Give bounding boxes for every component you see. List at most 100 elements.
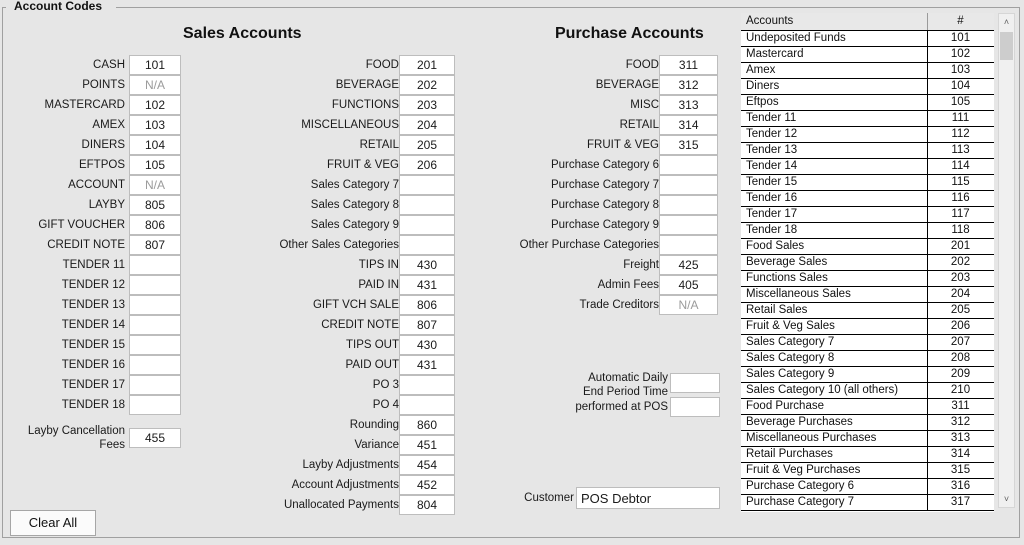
sales-account-input[interactable]: 807: [399, 315, 455, 335]
sales-account-input[interactable]: 454: [399, 455, 455, 475]
tender-account-input[interactable]: [129, 375, 181, 395]
accounts-table-scrollbar[interactable]: ˄ ˅: [998, 13, 1015, 508]
sales-account-input[interactable]: 451: [399, 435, 455, 455]
sales-account-input[interactable]: 804: [399, 495, 455, 515]
layby-cancellation-fees-input[interactable]: 455: [129, 428, 181, 448]
performed-at-pos-label: performed at POS: [575, 401, 668, 413]
purchase-account-input[interactable]: 311: [659, 55, 718, 75]
sales-account-input[interactable]: [399, 395, 455, 415]
table-row[interactable]: Eftpos 105: [741, 94, 994, 111]
table-row[interactable]: Sales Category 9 209: [741, 366, 994, 383]
performed-at-pos-input[interactable]: [670, 397, 720, 417]
table-row[interactable]: Tender 18 118: [741, 222, 994, 239]
table-row[interactable]: Beverage Purchases 312: [741, 414, 994, 431]
table-row[interactable]: Miscellaneous Purchases 313: [741, 430, 994, 447]
table-row[interactable]: Retail Purchases 314: [741, 446, 994, 463]
tender-account-input[interactable]: 103: [129, 115, 181, 135]
purchase-account-input[interactable]: N/A: [659, 295, 718, 315]
table-row[interactable]: Fruit & Veg Purchases 315: [741, 462, 994, 479]
tender-account-input[interactable]: 805: [129, 195, 181, 215]
sales-account-input[interactable]: [399, 175, 455, 195]
sales-account-input[interactable]: 860: [399, 415, 455, 435]
table-row[interactable]: Miscellaneous Sales 204: [741, 286, 994, 303]
tender-account-input[interactable]: [129, 295, 181, 315]
sales-account-input[interactable]: 206: [399, 155, 455, 175]
cell-account-name: Retail Purchases: [741, 446, 928, 463]
table-row[interactable]: Mastercard 102: [741, 46, 994, 63]
clear-all-button[interactable]: Clear All: [10, 510, 96, 536]
table-row[interactable]: Purchase Category 6 316: [741, 478, 994, 495]
sales-account-input[interactable]: [399, 195, 455, 215]
purchase-account-input[interactable]: 315: [659, 135, 718, 155]
sales-account-input[interactable]: 430: [399, 335, 455, 355]
sales-account-label: Account Adjustments: [291, 479, 399, 491]
sales-account-input[interactable]: 204: [399, 115, 455, 135]
sales-account-label: FUNCTIONS: [331, 99, 399, 111]
tender-account-input[interactable]: [129, 275, 181, 295]
tender-account-input[interactable]: [129, 395, 181, 415]
tender-account-input[interactable]: 105: [129, 155, 181, 175]
table-row[interactable]: Fruit & Veg Sales 206: [741, 318, 994, 335]
table-row[interactable]: Diners 104: [741, 78, 994, 95]
scrollbar-thumb[interactable]: [1000, 32, 1013, 60]
tender-account-input[interactable]: 104: [129, 135, 181, 155]
sales-account-label: FOOD: [365, 59, 399, 71]
sales-account-input[interactable]: 202: [399, 75, 455, 95]
table-row[interactable]: Food Sales 201: [741, 238, 994, 255]
tender-account-input[interactable]: N/A: [129, 175, 181, 195]
tender-account-input[interactable]: [129, 315, 181, 335]
table-row[interactable]: Sales Category 10 (all others) 210: [741, 382, 994, 399]
table-row[interactable]: Undeposited Funds 101: [741, 30, 994, 47]
tender-account-input[interactable]: 806: [129, 215, 181, 235]
purchase-account-input[interactable]: [659, 215, 718, 235]
sales-account-input[interactable]: 203: [399, 95, 455, 115]
purchase-account-input[interactable]: 405: [659, 275, 718, 295]
purchase-account-input[interactable]: 312: [659, 75, 718, 95]
table-row[interactable]: Beverage Sales 202: [741, 254, 994, 271]
sales-account-input[interactable]: 201: [399, 55, 455, 75]
scroll-up-arrow-icon[interactable]: ˄: [999, 14, 1014, 30]
table-row[interactable]: Tender 14 114: [741, 158, 994, 175]
tender-account-input[interactable]: [129, 355, 181, 375]
table-row[interactable]: Sales Category 8 208: [741, 350, 994, 367]
sales-account-input[interactable]: 431: [399, 355, 455, 375]
purchase-account-input[interactable]: [659, 155, 718, 175]
table-row[interactable]: Tender 11 111: [741, 110, 994, 127]
table-row[interactable]: Purchase Category 7 317: [741, 494, 994, 511]
sales-account-input[interactable]: 806: [399, 295, 455, 315]
end-period-time-input[interactable]: [670, 373, 720, 393]
tender-account-input[interactable]: [129, 335, 181, 355]
purchase-account-input[interactable]: 314: [659, 115, 718, 135]
tender-account-input[interactable]: 102: [129, 95, 181, 115]
table-row[interactable]: Food Purchase 311: [741, 398, 994, 415]
sales-account-input[interactable]: [399, 215, 455, 235]
table-row[interactable]: Tender 16 116: [741, 190, 994, 207]
scroll-down-arrow-icon[interactable]: ˅: [999, 491, 1014, 507]
table-row[interactable]: Tender 12 112: [741, 126, 994, 143]
customer-input[interactable]: POS Debtor: [576, 487, 720, 509]
sales-account-input[interactable]: 452: [399, 475, 455, 495]
table-row[interactable]: Tender 15 115: [741, 174, 994, 191]
tender-account-input[interactable]: 807: [129, 235, 181, 255]
purchase-account-input[interactable]: [659, 175, 718, 195]
table-row[interactable]: Retail Sales 205: [741, 302, 994, 319]
table-row[interactable]: Amex 103: [741, 62, 994, 79]
sales-account-input[interactable]: [399, 375, 455, 395]
tender-account-input[interactable]: [129, 255, 181, 275]
cell-account-name: Tender 11: [741, 110, 928, 127]
purchase-account-input[interactable]: [659, 235, 718, 255]
sales-account-input[interactable]: 205: [399, 135, 455, 155]
tender-account-input[interactable]: 101: [129, 55, 181, 75]
table-row[interactable]: Functions Sales 203: [741, 270, 994, 287]
purchase-account-input[interactable]: [659, 195, 718, 215]
table-row[interactable]: Tender 17 117: [741, 206, 994, 223]
accounts-reference-table[interactable]: Accounts # Undeposited Funds 101 Mastercar…: [741, 13, 994, 512]
sales-account-input[interactable]: [399, 235, 455, 255]
tender-account-input[interactable]: N/A: [129, 75, 181, 95]
table-row[interactable]: Tender 13 113: [741, 142, 994, 159]
purchase-account-input[interactable]: 313: [659, 95, 718, 115]
sales-account-input[interactable]: 431: [399, 275, 455, 295]
table-row[interactable]: Sales Category 7 207: [741, 334, 994, 351]
purchase-account-input[interactable]: 425: [659, 255, 718, 275]
sales-account-input[interactable]: 430: [399, 255, 455, 275]
